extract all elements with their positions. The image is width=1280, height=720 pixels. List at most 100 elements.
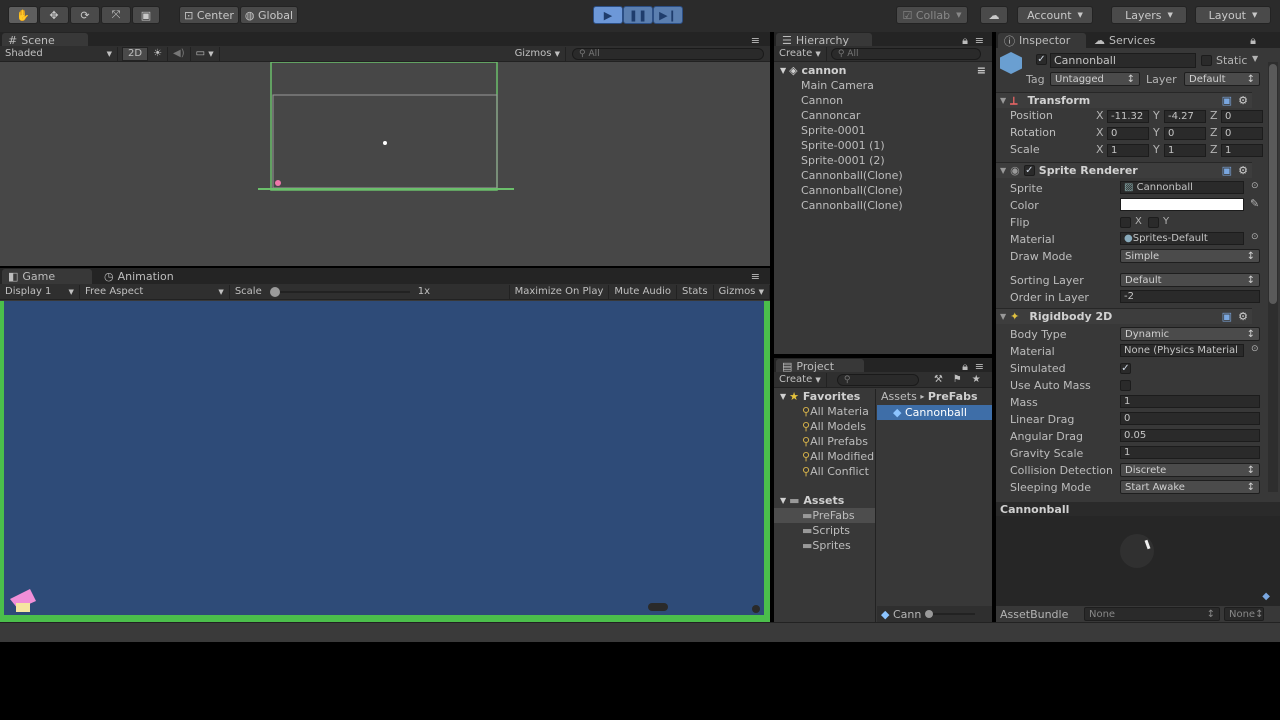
sprite-renderer-enabled-checkbox[interactable]: ✓ xyxy=(1023,165,1035,176)
scale-tool-button[interactable]: ⤧ xyxy=(101,6,131,24)
flip-y-checkbox[interactable] xyxy=(1148,217,1159,228)
transform-header[interactable]: ▼ ⟂ Transform ▣ ⚙ xyxy=(996,92,1252,108)
scene-view[interactable] xyxy=(0,61,770,266)
hierarchy-item[interactable]: Main Camera xyxy=(774,78,992,93)
preview-header[interactable]: Cannonball xyxy=(996,502,1280,516)
project-create-dropdown[interactable]: Create ▼ xyxy=(774,372,827,387)
aspect-dropdown[interactable]: Free Aspect ▼ xyxy=(80,284,230,299)
eyedropper-icon[interactable]: ✎ xyxy=(1250,197,1259,210)
gear-icon[interactable]: ⚙ xyxy=(1238,94,1248,107)
collision-detection-dropdown[interactable]: Discrete ↕ xyxy=(1120,463,1260,477)
favorites-header[interactable]: ▼ ★ Favorites xyxy=(780,389,875,404)
play-button[interactable]: ▶ xyxy=(593,6,623,24)
color-field[interactable] xyxy=(1120,198,1244,211)
sprite-field[interactable]: ▨ Cannonball xyxy=(1120,181,1244,194)
linear-drag-input[interactable]: 0 xyxy=(1120,412,1260,425)
breadcrumb-assets[interactable]: Assets xyxy=(881,390,917,403)
scale-slider[interactable]: Scale 1x xyxy=(230,284,510,299)
favorite-item[interactable]: ⚲ All Prefabs xyxy=(774,434,875,449)
object-name-input[interactable]: Cannonball xyxy=(1050,53,1196,68)
simulated-checkbox[interactable]: ✓ xyxy=(1120,363,1131,374)
physics-material-field[interactable]: None (Physics Material xyxy=(1120,344,1244,357)
gear-icon[interactable]: ⚙ xyxy=(1238,164,1248,177)
menu-icon[interactable]: ≡ xyxy=(977,64,986,77)
pause-button[interactable]: ❚❚ xyxy=(623,6,653,24)
favorite-item[interactable]: ⚲ All Modified xyxy=(774,449,875,464)
scale-z-input[interactable]: 1 xyxy=(1221,144,1263,157)
flip-x-checkbox[interactable] xyxy=(1120,217,1131,228)
hand-tool-button[interactable]: ✋ xyxy=(8,6,38,24)
hierarchy-item[interactable]: Sprite-0001 (1) xyxy=(774,138,992,153)
filter-type-icon[interactable]: ⚒ xyxy=(929,373,948,387)
project-search-input[interactable]: ⚲ xyxy=(836,373,919,386)
effects-dropdown[interactable]: ▭ ▼ xyxy=(191,46,220,61)
help-book-icon[interactable]: ▣ xyxy=(1222,310,1232,323)
tab-inspector[interactable]: ⓘ Inspector xyxy=(998,33,1086,48)
assetbundle-variant-dropdown[interactable]: None ↕ xyxy=(1224,607,1264,621)
hierarchy-item[interactable]: Cannonball(Clone) xyxy=(774,168,992,183)
maximize-on-play-toggle[interactable]: Maximize On Play xyxy=(510,284,610,299)
2d-toggle[interactable]: 2D xyxy=(122,46,149,61)
stats-toggle[interactable]: Stats xyxy=(677,284,714,299)
help-book-icon[interactable]: ▣ xyxy=(1222,94,1232,107)
step-button[interactable]: ▶❙ xyxy=(653,6,683,24)
shading-mode-dropdown[interactable]: Shaded ▼ xyxy=(0,46,118,61)
pos-y-input[interactable]: -4.27 xyxy=(1164,110,1206,123)
audio-toggle[interactable]: ◀) xyxy=(168,46,191,61)
cloud-button[interactable]: ☁ xyxy=(980,6,1008,24)
object-picker-icon[interactable]: ⊙ xyxy=(1251,344,1259,354)
mass-input[interactable]: 1 xyxy=(1120,395,1260,408)
favorite-star-icon[interactable]: ★ xyxy=(967,373,986,387)
breadcrumb-prefabs[interactable]: PreFabs xyxy=(928,390,978,403)
hierarchy-item[interactable]: Cannon xyxy=(774,93,992,108)
angular-drag-input[interactable]: 0.05 xyxy=(1120,429,1260,442)
account-dropdown[interactable]: Account ▼ xyxy=(1017,6,1093,24)
use-auto-mass-checkbox[interactable] xyxy=(1120,380,1131,391)
favorite-item[interactable]: ⚲ All Models xyxy=(774,419,875,434)
rot-x-input[interactable]: 0 xyxy=(1107,127,1149,140)
folder-item[interactable]: ▬ Scripts xyxy=(774,523,875,538)
scale-x-input[interactable]: 1 xyxy=(1107,144,1149,157)
panel-menu-icon[interactable]: ≡ xyxy=(745,269,766,284)
inspector-scrollbar[interactable] xyxy=(1268,62,1278,492)
hierarchy-item[interactable]: Sprite-0001 xyxy=(774,123,992,138)
pos-x-input[interactable]: -11.32 xyxy=(1107,110,1149,123)
hierarchy-search-input[interactable]: ⚲ All xyxy=(830,47,981,60)
object-picker-icon[interactable]: ⊙ xyxy=(1251,181,1259,191)
tab-animation[interactable]: ◷ Animation xyxy=(98,269,180,284)
tab-services[interactable]: ☁ Services xyxy=(1088,33,1161,48)
collab-button[interactable]: ☑ Collab ▼ xyxy=(896,6,968,24)
hierarchy-item[interactable]: Cannonball(Clone) xyxy=(774,198,992,213)
folder-item[interactable]: ▬ Sprites xyxy=(774,538,875,553)
pivot-global-button[interactable]: ◍ Global xyxy=(240,6,298,24)
hierarchy-item[interactable]: Cannoncar xyxy=(774,108,992,123)
game-gizmos-dropdown[interactable]: Gizmos ▼ xyxy=(714,284,770,299)
rot-z-input[interactable]: 0 xyxy=(1221,127,1263,140)
favorite-item[interactable]: ⚲ All Conflict xyxy=(774,464,875,479)
tag-dropdown[interactable]: Untagged ↕ xyxy=(1050,72,1140,86)
hierarchy-scene-root[interactable]: ▼ ◈ cannon ≡ xyxy=(780,63,992,78)
gear-icon[interactable]: ⚙ xyxy=(1238,310,1248,323)
body-type-dropdown[interactable]: Dynamic ↕ xyxy=(1120,327,1260,341)
active-checkbox[interactable]: ✓ xyxy=(1036,54,1047,65)
layer-dropdown[interactable]: Default ↕ xyxy=(1184,72,1260,86)
hierarchy-item[interactable]: Cannonball(Clone) xyxy=(774,183,992,198)
gravity-scale-input[interactable]: 1 xyxy=(1120,446,1260,459)
rotate-tool-button[interactable]: ⟳ xyxy=(70,6,100,24)
game-view[interactable] xyxy=(0,301,770,622)
sprite-material-field[interactable]: ● Sprites-Default xyxy=(1120,232,1244,245)
hierarchy-create-dropdown[interactable]: Create ▼ xyxy=(774,46,827,61)
scene-gizmos-dropdown[interactable]: Gizmos ▼ xyxy=(510,46,566,61)
scale-y-input[interactable]: 1 xyxy=(1164,144,1206,157)
object-picker-icon[interactable]: ⊙ xyxy=(1251,232,1259,242)
pos-z-input[interactable]: 0 xyxy=(1221,110,1263,123)
mute-audio-toggle[interactable]: Mute Audio xyxy=(609,284,678,299)
move-tool-button[interactable]: ✥ xyxy=(39,6,69,24)
assetbundle-dropdown[interactable]: None ↕ xyxy=(1084,607,1220,621)
asset-item-cannonball[interactable]: ◆ Cannonball xyxy=(877,405,992,420)
slider-thumb[interactable] xyxy=(269,286,280,297)
draw-mode-dropdown[interactable]: Simple ↕ xyxy=(1120,249,1260,263)
lock-icon[interactable]: 🔒︎ xyxy=(1244,33,1262,48)
hierarchy-item[interactable]: Sprite-0001 (2) xyxy=(774,153,992,168)
tab-game[interactable]: ◧ Game xyxy=(2,269,92,284)
